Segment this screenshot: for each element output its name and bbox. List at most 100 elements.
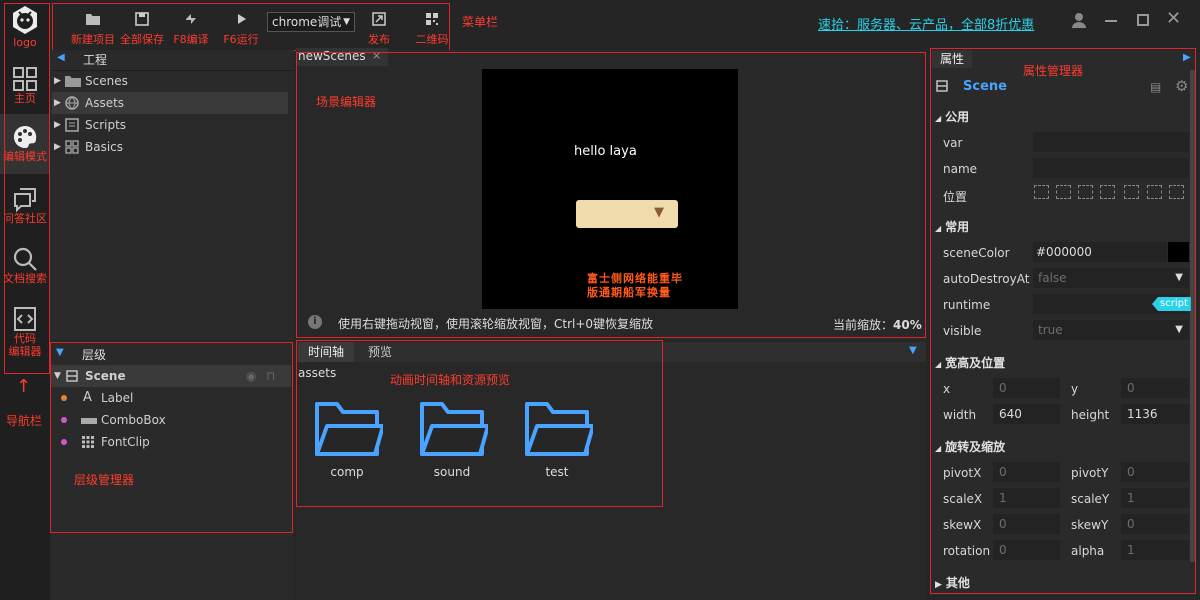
section-label: 其他 (945, 576, 970, 590)
node-dot-icon (61, 395, 67, 401)
hierarchy-item-fontclip[interactable]: FontClip (51, 431, 291, 453)
align-center-icon[interactable] (1056, 185, 1071, 199)
zoom-indicator: 当前缩放：40% (833, 316, 922, 333)
publish-icon (372, 12, 386, 26)
tree-item-scenes[interactable]: ▶ Scenes (52, 70, 288, 92)
skew-x-field[interactable]: 0 (993, 514, 1060, 534)
align-middle-icon[interactable] (1124, 185, 1139, 199)
align-buttons (1034, 185, 1186, 201)
folder-icon (420, 402, 490, 456)
combobox-arrow-icon: ▼ (654, 205, 664, 220)
arrow-up-icon: ↑ (16, 376, 32, 397)
publish-label: 发布 (368, 33, 390, 46)
scale-x-field[interactable]: 1 (993, 488, 1060, 508)
hierarchy-item-label[interactable]: A Label (51, 387, 291, 409)
scrollbar[interactable] (1190, 70, 1195, 562)
align-top-icon[interactable] (1100, 185, 1115, 199)
collapse-arrow-icon[interactable]: ▶ (1183, 52, 1191, 63)
node-name: Scene (963, 79, 1007, 94)
prop-label: x (943, 382, 951, 396)
pivot-x-field[interactable]: 0 (993, 462, 1060, 482)
section-usual[interactable]: ◢ 常用 (935, 218, 969, 235)
fontclip-line: 富士侧网络能重毕 (587, 272, 683, 285)
nav-annotation-label: 导航栏 (6, 414, 43, 428)
collapse-arrow-icon[interactable]: ◀ (57, 52, 65, 63)
globe-icon (65, 96, 79, 110)
alpha-field[interactable]: 1 (1121, 540, 1189, 560)
qrcode-button[interactable]: 二维码 (407, 12, 457, 47)
prop-label: 位置 (943, 190, 968, 204)
align-center-all-icon[interactable] (1169, 185, 1184, 199)
section-rotation-scale[interactable]: ◢ 旋转及缩放 (935, 438, 1005, 455)
asset-path: assets (298, 366, 337, 380)
play-icon (238, 14, 246, 24)
y-field[interactable]: 0 (1121, 378, 1189, 398)
var-field[interactable] (1033, 132, 1189, 152)
expand-arrow-icon: ▶ (54, 120, 61, 130)
save-all-button[interactable]: 全部保存 (117, 12, 167, 47)
pivot-y-field[interactable]: 0 (1121, 462, 1189, 482)
tree-item-basics[interactable]: ▶ Basics (52, 136, 288, 158)
color-swatch[interactable] (1168, 242, 1189, 262)
new-project-button[interactable]: 新建项目 (68, 12, 118, 47)
publish-button[interactable]: 发布 (354, 12, 404, 47)
prop-label: skewX (943, 518, 982, 532)
debug-target-select[interactable]: chrome调试 ▼ (267, 12, 355, 32)
close-icon[interactable]: ✕ (1166, 8, 1181, 29)
asset-folder-sound[interactable]: sound (412, 400, 492, 479)
zoom-value: 40% (893, 318, 922, 332)
scene-node-icon (66, 370, 78, 382)
compile-button[interactable]: F8编译 (166, 12, 216, 47)
prop-label: name (943, 162, 978, 176)
collapse-arrow-icon[interactable]: ▼ (909, 345, 917, 356)
align-bottom-icon[interactable] (1147, 185, 1162, 199)
asset-folder-comp[interactable]: comp (307, 400, 387, 479)
maximize-icon[interactable] (1137, 14, 1149, 26)
promo-link[interactable]: 速拾：服务器、云产品，全部8折优惠 (818, 14, 1034, 33)
minimize-icon[interactable] (1105, 20, 1117, 22)
rotation-field[interactable]: 0 (993, 540, 1060, 560)
visible-select[interactable]: true ▼ (1033, 320, 1189, 340)
scale-y-field[interactable]: 1 (1121, 488, 1189, 508)
eye-icon[interactable]: ◉ (246, 365, 256, 387)
properties-annotation-label: 属性管理器 (1023, 64, 1084, 78)
name-field[interactable] (1033, 158, 1189, 178)
section-other[interactable]: ▶ 其他 (935, 574, 970, 591)
script-tag[interactable]: script (1152, 297, 1191, 311)
align-right-icon[interactable] (1078, 185, 1093, 199)
tree-item-scripts[interactable]: ▶ Scripts (52, 114, 288, 136)
fontclip-preview[interactable]: 富士侧网络能重毕 版通期船军换量 (587, 272, 683, 300)
folder-settings-icon[interactable]: ▤ (1150, 80, 1161, 94)
lock-icon[interactable]: ⊓ (266, 365, 275, 387)
tab-properties[interactable]: 属性 (932, 50, 972, 68)
components-icon (65, 140, 79, 154)
align-left-icon[interactable] (1034, 185, 1049, 199)
section-common[interactable]: ◢ 公用 (935, 108, 969, 125)
width-field[interactable]: 640 (993, 404, 1060, 424)
prop-label: alpha (1071, 544, 1105, 558)
section-label: 旋转及缩放 (945, 440, 1006, 454)
height-field[interactable]: 1136 (1121, 404, 1189, 424)
auto-destroy-select[interactable]: false ▼ (1033, 268, 1189, 288)
editor-hint: 使用右键拖动视窗，使用滚轮缩放视窗，Ctrl+0键恢复缩放 (338, 317, 654, 331)
save-all-label: 全部保存 (120, 33, 164, 46)
asset-folder-test[interactable]: test (517, 400, 597, 479)
folder-label: comp (330, 465, 364, 479)
skew-y-field[interactable]: 0 (1121, 514, 1189, 534)
gear-icon[interactable]: ⚙ (1175, 77, 1188, 95)
fontclip-node-icon (82, 436, 94, 448)
x-field[interactable]: 0 (993, 378, 1060, 398)
user-icon[interactable] (1071, 12, 1087, 28)
scene-color-field[interactable]: #000000 (1033, 242, 1167, 262)
hello-label[interactable]: hello laya (574, 144, 637, 159)
collapse-arrow-icon[interactable]: ▼ (56, 347, 64, 358)
section-size-position[interactable]: ◢ 宽高及位置 (935, 354, 1005, 371)
run-label: F6运行 (223, 33, 259, 46)
combobox-preview[interactable]: ▼ (576, 200, 678, 228)
text-node-icon: A (83, 390, 92, 405)
hierarchy-item-scene[interactable]: ▼ Scene ◉ ⊓ (51, 365, 291, 387)
tree-item-assets[interactable]: ▶ Assets (52, 92, 288, 114)
hierarchy-item-combobox[interactable]: ComboBox (51, 409, 291, 431)
qrcode-icon (426, 13, 438, 25)
run-button[interactable]: F6运行 (216, 12, 266, 47)
